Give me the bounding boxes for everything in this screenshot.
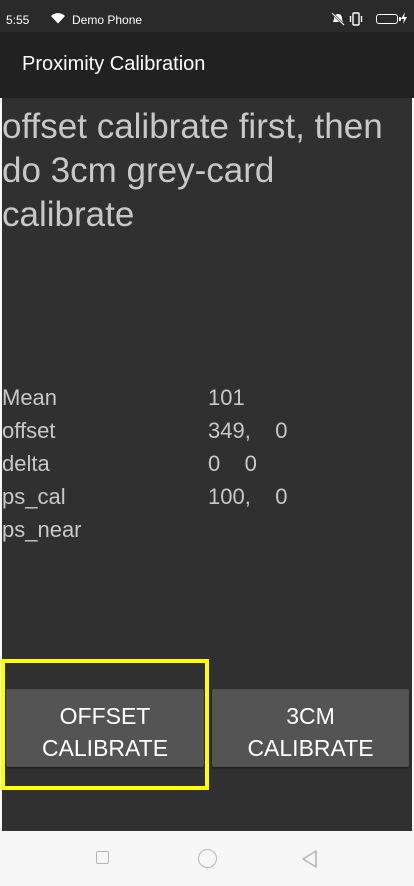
- stat-row-ps-cal: ps_cal 100, 0: [2, 480, 402, 513]
- stat-label: offset: [2, 418, 56, 443]
- stat-label: ps_near: [2, 517, 82, 542]
- app-title: Proximity Calibration: [22, 53, 206, 75]
- status-bar: 5:55 Demo Phone: [0, 0, 414, 32]
- back-triangle-icon[interactable]: [300, 849, 320, 869]
- app-bar: Proximity Calibration: [0, 32, 414, 98]
- wifi-icon: [51, 13, 65, 24]
- stat-value: 100, 0: [208, 484, 288, 509]
- carrier-name: Demo Phone: [72, 13, 143, 27]
- offset-calibrate-button[interactable]: OFFSET CALIBRATE: [6, 689, 204, 767]
- button-label-line1: 3CM: [286, 702, 335, 729]
- navigation-bar: [0, 831, 414, 886]
- stat-row-delta: delta 0 0: [2, 447, 402, 480]
- stat-row-offset: offset 349, 0: [2, 414, 402, 447]
- stat-label: ps_cal: [2, 484, 66, 509]
- battery-icon: [376, 14, 401, 24]
- instruction-text: offset calibrate first, then do 3cm grey…: [2, 107, 383, 234]
- screen: 5:55 Demo Phone Proximity Calibration of…: [0, 0, 414, 886]
- stat-value: 101: [208, 385, 245, 410]
- calibration-content: offset calibrate first, then do 3cm grey…: [2, 98, 412, 831]
- button-label-line1: OFFSET: [59, 702, 151, 729]
- stat-value: 349, 0: [208, 418, 288, 443]
- stat-row-ps-near: ps_near: [2, 513, 402, 546]
- stats-list: Mean 101 offset 349, 0 delta 0 0 ps_cal …: [2, 381, 402, 546]
- mute-vibrate-icon: [331, 12, 345, 26]
- charging-icon: [401, 12, 407, 24]
- stat-value: 0 0: [208, 451, 257, 476]
- stat-row-mean: Mean 101: [2, 381, 402, 414]
- stat-label: Mean: [2, 385, 58, 410]
- button-label-line2: CALIBRATE: [41, 734, 169, 761]
- home-circle-icon[interactable]: [198, 849, 217, 868]
- recents-square-icon[interactable]: [96, 851, 109, 864]
- 3cm-calibrate-button[interactable]: 3CM CALIBRATE: [212, 689, 409, 767]
- status-time: 5:55: [6, 13, 30, 27]
- stat-label: delta: [2, 451, 50, 476]
- vibrate-icon: [349, 12, 363, 26]
- button-label-line2: CALIBRATE: [247, 734, 374, 761]
